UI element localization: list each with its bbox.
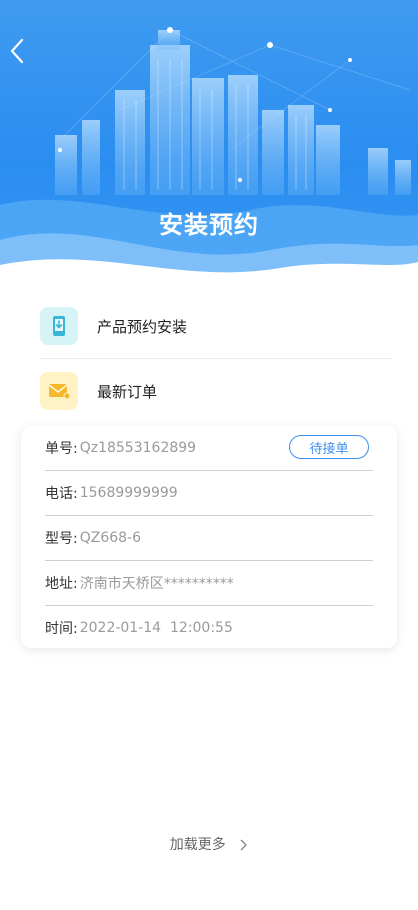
mail-icon: [40, 372, 78, 410]
order-card[interactable]: 单号: Qz18553162899 待接单 电话: 15689999999 型号…: [21, 426, 397, 648]
model-label: 型号:: [45, 531, 78, 547]
menu-item-latest-orders[interactable]: 最新订单: [40, 370, 392, 412]
menu-item-label: 产品预约安装: [97, 317, 188, 336]
hero-banner: 安装预约: [0, 0, 418, 300]
time-label: 时间:: [45, 621, 78, 637]
phone-label: 电话:: [45, 486, 78, 502]
load-more-label: 加载更多: [169, 837, 226, 853]
chevron-left-icon: [10, 38, 24, 64]
order-model-row: 型号: QZ668-6: [45, 516, 373, 561]
divider: [40, 358, 392, 359]
phone-value: 15689999999: [79, 485, 178, 501]
order-number-label: 单号:: [45, 441, 78, 457]
order-address-row: 地址: 济南市天桥区**********: [45, 561, 373, 606]
menu-item-label: 最新订单: [97, 382, 158, 401]
order-time-row: 时间: 2022-01-14 12:00:55: [45, 606, 373, 650]
status-badge-button[interactable]: 待接单: [289, 435, 369, 459]
order-number-row: 单号: Qz18553162899 待接单: [45, 426, 373, 471]
address-value: 济南市天桥区**********: [79, 576, 234, 592]
order-phone-row: 电话: 15689999999: [45, 471, 373, 516]
address-label: 地址:: [45, 576, 78, 592]
back-button[interactable]: [8, 38, 36, 70]
menu-item-product-booking[interactable]: 产品预约安装: [40, 305, 392, 347]
time-value: 2022-01-14 12:00:55: [79, 620, 233, 636]
phone-download-icon: [40, 307, 78, 345]
chevron-right-icon: [240, 839, 248, 851]
order-number-value: Qz18553162899: [79, 440, 197, 456]
load-more-button[interactable]: 加载更多: [0, 834, 418, 854]
model-value: QZ668-6: [79, 530, 142, 546]
city-skyline-illustration: [0, 27, 418, 300]
page-title: 安装预约: [159, 211, 259, 239]
